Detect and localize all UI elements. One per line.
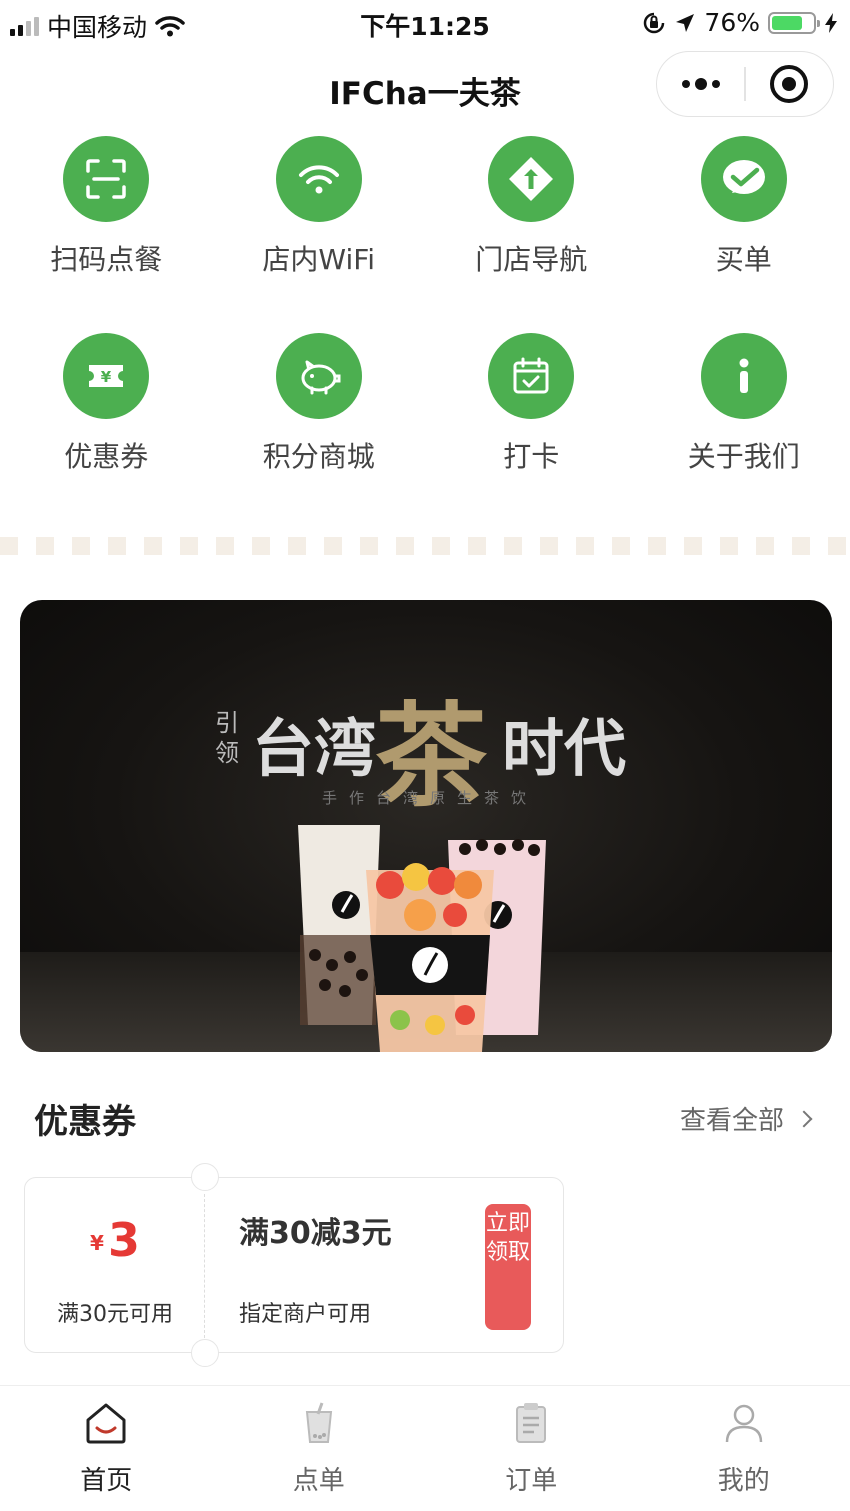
order-clipboard-icon	[516, 1403, 547, 1443]
grid-item-label: 打卡	[503, 440, 560, 473]
tab-home[interactable]: 首页	[0, 1386, 213, 1511]
navigation-icon	[488, 136, 575, 222]
grid-item-label: 关于我们	[687, 440, 800, 473]
info-icon	[700, 333, 787, 419]
coupon-scope: 指定商户可用	[239, 1302, 372, 1327]
pay-check-icon	[700, 136, 787, 222]
tab-label: 我的	[717, 1466, 770, 1496]
svg-text:¥: ¥	[101, 368, 112, 386]
coupon-notch	[191, 1163, 219, 1191]
drink-cup-icon	[305, 1402, 332, 1443]
grid-item-label: 买单	[715, 243, 772, 276]
coupon-currency: ¥	[90, 1231, 104, 1255]
more-icon	[681, 78, 720, 90]
grid-item-wifi[interactable]: 店内WiFi	[213, 132, 426, 329]
promo-banner[interactable]: 引领 台湾 茶 时代 手作台湾原生茶饮	[20, 600, 832, 1052]
section-divider	[0, 537, 850, 555]
claim-coupon-button[interactable]: 立即领取	[485, 1204, 531, 1330]
grid-item-label: 店内WiFi	[262, 243, 376, 276]
coupon-card[interactable]: ¥3 满30元可用 满30减3元 指定商户可用 立即领取	[24, 1163, 564, 1367]
checkin-calendar-icon	[488, 333, 575, 419]
tea-drinks-image	[298, 825, 546, 1052]
grid-item-scan-order[interactable]: 扫码点餐	[0, 132, 213, 329]
orientation-lock-icon	[644, 12, 665, 33]
tab-label: 点单	[292, 1466, 345, 1496]
view-all-link[interactable]: 查看全部	[679, 1100, 813, 1137]
tab-bar: 首页 点单 订单 我的	[0, 1385, 850, 1511]
user-icon	[725, 1404, 762, 1443]
scan-icon	[63, 136, 150, 222]
status-bar: 中国移动 下午11:25 76%	[0, 0, 850, 44]
coupon-title: 满30减3元	[239, 1216, 392, 1251]
grid-item-pay[interactable]: 买单	[638, 132, 850, 329]
battery-icon	[768, 11, 820, 34]
coupon-amount: ¥3	[25, 1213, 205, 1267]
section-title-coupons: 优惠券	[34, 1102, 136, 1142]
tab-profile[interactable]: 我的	[638, 1386, 850, 1511]
charging-icon	[825, 12, 837, 33]
status-right: 76%	[642, 8, 838, 37]
grid-item-label: 积分商城	[262, 440, 375, 473]
grid-item-label: 扫码点餐	[50, 243, 163, 276]
piggy-bank-icon	[275, 333, 362, 419]
feature-grid: 扫码点餐 店内WiFi 门店导航 买单 ¥ 优惠券 积分商城 打卡 关于我们	[0, 132, 850, 526]
grid-item-points-mall[interactable]: 积分商城	[213, 329, 426, 526]
tab-label: 首页	[80, 1466, 133, 1496]
tab-orders[interactable]: 订单	[425, 1386, 638, 1511]
miniprogram-capsule	[656, 51, 834, 117]
banner-subtitle: 手作台湾原生茶饮	[321, 789, 538, 807]
banner-headline-left: 台湾	[252, 712, 377, 785]
nav-bar: IFCha一夫茶	[0, 48, 850, 128]
grid-item-checkin[interactable]: 打卡	[425, 329, 638, 526]
close-miniprogram-icon	[770, 65, 809, 103]
grid-item-about[interactable]: 关于我们	[638, 329, 850, 526]
grid-item-coupon[interactable]: ¥ 优惠券	[0, 329, 213, 526]
more-button[interactable]	[657, 52, 744, 116]
grid-item-navigation[interactable]: 门店导航	[425, 132, 638, 329]
wifi-icon	[275, 136, 362, 222]
coupon-icon: ¥	[63, 333, 150, 419]
banner-headline-right: 时代	[502, 712, 627, 785]
location-icon	[676, 13, 695, 32]
close-miniprogram-button[interactable]	[746, 52, 833, 116]
grid-item-label: 门店导航	[475, 243, 588, 276]
grid-item-label: 优惠券	[64, 440, 149, 473]
battery-percent: 76%	[704, 8, 760, 37]
home-icon	[86, 1403, 126, 1444]
chevron-right-icon	[795, 1110, 813, 1127]
view-all-label: 查看全部	[679, 1106, 784, 1136]
coupon-notch	[191, 1339, 219, 1367]
coupon-condition: 满30元可用	[57, 1302, 173, 1327]
tab-label: 订单	[505, 1466, 558, 1496]
tab-order-drinks[interactable]: 点单	[213, 1386, 426, 1511]
banner-small-text: 引领	[215, 709, 239, 767]
coupon-value: 3	[107, 1213, 140, 1267]
